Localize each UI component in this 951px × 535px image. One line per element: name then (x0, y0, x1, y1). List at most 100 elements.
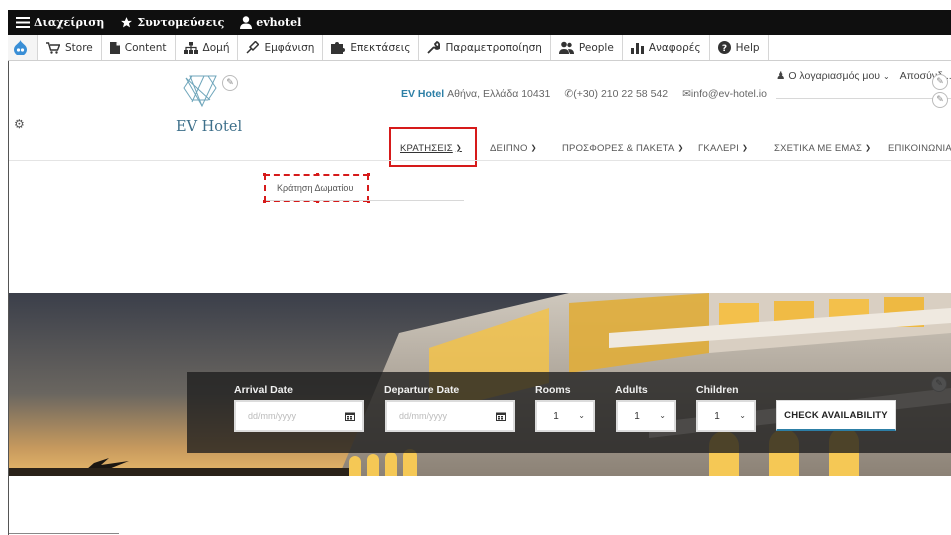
user-icon (240, 16, 253, 29)
main-navigation: ΚΡΑΤΗΣΕΙΣ ❯ ΔΕΙΠΝΟ ❯ ΠΡΟΣΦΟΡΕΣ & ΠΑΚΕΤΑ ❯ Γ… (400, 138, 951, 158)
account-divider (776, 98, 951, 99)
phone-line[interactable]: ✆(+30) 210 22 58 542 (564, 88, 668, 100)
sitemap-icon (183, 41, 198, 54)
people-icon (558, 41, 574, 54)
user-label: evhotel (256, 16, 302, 29)
departure-date-input[interactable]: dd/mm/yyyy (385, 400, 515, 432)
nav-item-offers[interactable]: ΠΡΟΣΦΟΡΕΣ & ΠΑΚΕΤΑ ❯ (562, 138, 698, 158)
tray-item-label: Help (735, 41, 760, 54)
nav-item-label: ΔΕΙΠΝΟ (490, 142, 528, 154)
brand-name: EV Hotel (401, 88, 445, 100)
address-text: Αθήνα, Ελλάδα 10431 (447, 88, 551, 100)
check-availability-button[interactable]: CHECK AVAILABILITY (776, 400, 896, 431)
nav-item-about[interactable]: ΣΧΕΤΙΚΑ ΜΕ ΕΜΑΣ ❯ (774, 138, 888, 158)
tray-item-label: Content (124, 41, 167, 54)
calendar-icon (345, 412, 355, 421)
paint-icon (246, 41, 260, 54)
nav-item-label: ΓΚΑΛΕΡΙ (698, 142, 739, 154)
selection-handle (263, 173, 266, 176)
rooms-label: Rooms (535, 384, 571, 396)
puzzle-icon (331, 42, 346, 54)
chevron-down-icon: ❯ (530, 145, 537, 152)
booking-form: Arrival Date Departure Date Rooms Adults… (187, 372, 951, 453)
tray-item-label: Δομή (202, 41, 230, 54)
nav-item-label: ΕΠΙΚΟΙΝΩΝΙΑ (888, 142, 951, 154)
shortcuts-menu-button[interactable]: Συντομεύσεις (112, 10, 232, 35)
chevron-down-icon: ⌄ (659, 411, 666, 420)
tray-item-label: Store (65, 41, 93, 54)
chevron-down-icon: ❯ (741, 145, 749, 152)
email-address: info@ev-hotel.io (690, 88, 767, 100)
arrival-date-label: Arrival Date (234, 384, 293, 396)
adults-label: Adults (615, 384, 648, 396)
logo-edit-pencil-icon[interactable]: ✎ (222, 75, 238, 91)
tray-item-people[interactable]: People (551, 35, 623, 60)
tray-item-reports[interactable]: Αναφορές (623, 35, 710, 60)
shortcuts-label: Συντομεύσεις (137, 16, 225, 29)
user-icon: ♟ (776, 70, 786, 82)
calendar-icon (496, 412, 506, 421)
user-menu-button[interactable]: evhotel (232, 10, 309, 35)
dropdown-item-book-room[interactable]: Κράτηση Δωματίου (263, 173, 370, 203)
manage-label: Διαχείριση (34, 16, 105, 29)
children-value: 1 (714, 411, 720, 422)
rooms-select[interactable]: 1 ⌄ (535, 400, 595, 432)
admin-tray: Store Content Δομή Εμφάνιση Επεκτάσεις Π… (8, 35, 951, 61)
children-select[interactable]: 1 ⌄ (696, 400, 756, 432)
tray-item-label: Παραμετροποίηση (445, 41, 542, 54)
contact-info: EV Hotel Αθήνα, Ελλάδα 10431 ✆(+30) 210 … (401, 88, 767, 100)
departure-date-placeholder: dd/mm/yyyy (399, 411, 448, 421)
address-line: EV Hotel Αθήνα, Ελλάδα 10431 (401, 88, 550, 100)
tray-item-label: Εμφάνιση (264, 41, 315, 54)
tray-item-label: Επεκτάσεις (350, 41, 411, 54)
chevron-down-icon: ❯ (865, 145, 872, 152)
tray-item-appearance[interactable]: Εμφάνιση (238, 35, 324, 60)
phone-number: (+30) 210 22 58 542 (573, 88, 669, 100)
header-edit-pencil-icon[interactable]: ✎ (932, 92, 948, 108)
arrival-date-input[interactable]: dd/mm/yyyy (234, 400, 364, 432)
my-account-label: Ο λογαριασμός μου (788, 70, 881, 82)
cart-icon (46, 41, 60, 54)
star-icon (121, 17, 133, 28)
selection-handle (316, 173, 319, 176)
settings-gear-icon[interactable]: ⚙ (14, 117, 25, 131)
tray-item-help[interactable]: ? Help (710, 35, 769, 60)
tray-item-content[interactable]: Content (102, 35, 176, 60)
account-edit-pencil-icon[interactable]: ✎ (932, 74, 948, 90)
tray-item-label: Αναφορές (648, 41, 701, 54)
document-icon (109, 41, 120, 54)
account-menu: ♟ Ο λογαριασμός μου ⌄ Αποσύνδ... (776, 70, 951, 82)
nav-highlight-box (389, 127, 477, 167)
tray-item-configuration[interactable]: Παραμετροποίηση (419, 35, 551, 60)
tray-item-store[interactable]: Store (38, 35, 102, 60)
header-divider (9, 160, 951, 161)
chevron-down-icon: ⌄ (739, 411, 746, 420)
children-label: Children (696, 384, 739, 396)
drupal-home-button[interactable] (8, 35, 38, 60)
rooms-value: 1 (553, 411, 559, 422)
adults-value: 1 (634, 411, 640, 422)
nav-item-contact[interactable]: ΕΠΙΚΟΙΝΩΝΙΑ❯ (888, 138, 951, 158)
chevron-down-icon: ⌄ (578, 411, 585, 420)
my-account-link[interactable]: ♟ Ο λογαριασμός μου ⌄ (776, 70, 890, 82)
nav-item-label: ΣΧΕΤΙΚΑ ΜΕ ΕΜΑΣ (774, 142, 863, 154)
phone-icon: ✆ (564, 88, 574, 100)
nav-item-label: ΠΡΟΣΦΟΡΕΣ & ΠΑΚΕΤΑ (562, 142, 675, 154)
tray-item-structure[interactable]: Δομή (176, 35, 239, 60)
arrival-date-placeholder: dd/mm/yyyy (248, 411, 297, 421)
question-icon: ? (717, 41, 731, 54)
mail-icon: ✉ (682, 88, 691, 100)
departure-date-label: Departure Date (384, 384, 460, 396)
svg-text:?: ? (722, 44, 727, 54)
nav-item-gallery[interactable]: ΓΚΑΛΕΡΙ ❯ (698, 138, 774, 158)
selection-handle (367, 173, 370, 176)
nav-item-dinner[interactable]: ΔΕΙΠΝΟ ❯ (490, 138, 562, 158)
adults-select[interactable]: 1 ⌄ (616, 400, 676, 432)
chevron-down-icon: ❯ (677, 145, 684, 152)
hamburger-icon (16, 17, 30, 28)
manage-menu-button[interactable]: Διαχείριση (8, 10, 112, 35)
wrench-icon (427, 41, 441, 54)
drupal-drop-icon (13, 40, 27, 55)
email-line[interactable]: ✉info@ev-hotel.io (682, 88, 767, 100)
tray-item-extend[interactable]: Επεκτάσεις (323, 35, 420, 60)
